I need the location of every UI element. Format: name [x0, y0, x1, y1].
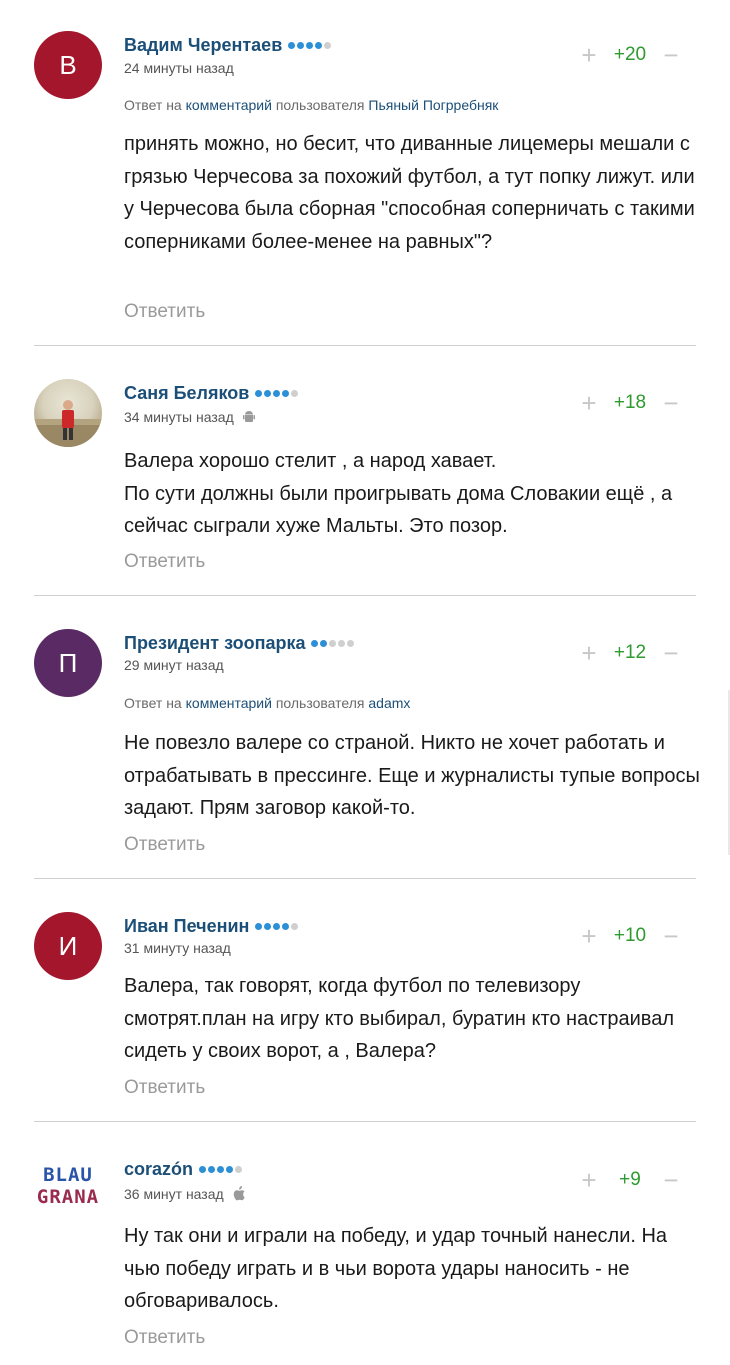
comment-text: Не повезло валере со страной. Никто не х…	[124, 732, 700, 819]
rating-dot	[297, 42, 305, 49]
rating-dots	[199, 1166, 243, 1173]
rating-dot	[208, 1166, 216, 1173]
downvote-button[interactable]: −	[660, 923, 682, 949]
rating-dot	[311, 640, 319, 647]
timestamp[interactable]: 34 минуты назад	[124, 409, 234, 425]
vote-score: +12	[613, 642, 647, 663]
timestamp[interactable]: 29 минут назад	[124, 657, 224, 673]
reply-reference: Ответ на комментарий пользователя Пьяный…	[124, 97, 499, 113]
rating-dot	[282, 923, 290, 930]
rating-dot	[264, 923, 272, 930]
author-name[interactable]: Иван Печенин	[124, 916, 249, 937]
avatar[interactable]: BLAU GRANA	[34, 1152, 102, 1220]
timestamp[interactable]: 31 минуту назад	[124, 940, 231, 956]
logo-line-1: BLAU	[43, 1163, 93, 1186]
rating-dot	[315, 42, 323, 49]
upvote-button[interactable]: +	[578, 640, 600, 666]
downvote-button[interactable]: −	[660, 640, 682, 666]
rating-dot	[273, 923, 281, 930]
rating-dots	[255, 923, 299, 930]
rating-dot	[306, 42, 314, 49]
logo-line-2: GRANA	[36, 1185, 100, 1208]
rating-dot	[282, 390, 290, 397]
reply-reference: Ответ на комментарий пользователя adamx	[124, 695, 411, 711]
rating-dot	[217, 1166, 225, 1173]
reply-button[interactable]: Ответить	[124, 834, 205, 856]
rating-dot	[199, 1166, 207, 1173]
reply-comment-link[interactable]: комментарий	[186, 97, 272, 113]
author-name[interactable]: Вадим Черентаев	[124, 35, 282, 56]
divider	[34, 878, 696, 879]
avatar[interactable]: В	[34, 31, 102, 99]
rating-dot	[273, 390, 281, 397]
rating-dot	[338, 640, 346, 647]
rating-dots	[255, 390, 299, 397]
rating-dot	[255, 390, 263, 397]
upvote-button[interactable]: +	[578, 923, 600, 949]
author-name[interactable]: Президент зоопарка	[124, 633, 305, 654]
divider	[34, 345, 696, 346]
comment-text: Валера хорошо стелит , а народ хавает. П…	[124, 450, 673, 537]
vote-score: +10	[613, 925, 647, 946]
rating-dot	[324, 42, 332, 49]
upvote-button[interactable]: +	[578, 42, 600, 68]
vote-score: +20	[613, 44, 647, 65]
reply-user-link[interactable]: Пьяный Погрребняк	[368, 97, 498, 113]
comment-text: Валера, так говорят, когда футбол по тел…	[124, 975, 674, 1062]
downvote-button[interactable]: −	[660, 42, 682, 68]
rating-dot	[347, 640, 355, 647]
author-name[interactable]: Саня Беляков	[124, 383, 249, 404]
reply-button[interactable]: Ответить	[124, 1077, 205, 1099]
rating-dot	[291, 390, 299, 397]
android-icon	[242, 411, 255, 422]
downvote-button[interactable]: −	[660, 1167, 682, 1193]
timestamp[interactable]: 36 минут назад	[124, 1186, 224, 1202]
divider	[34, 1121, 696, 1122]
comment-text: принять можно, но бесит, что диванные ли…	[124, 133, 695, 253]
rating-dot	[288, 42, 296, 49]
upvote-button[interactable]: +	[578, 1167, 600, 1193]
divider	[34, 595, 696, 596]
vote-score: +18	[613, 392, 647, 413]
avatar[interactable]: И	[34, 912, 102, 980]
timestamp[interactable]: 24 минуты назад	[124, 60, 234, 76]
rating-dot	[320, 640, 328, 647]
comment-text: Ну так они и играли на победу, и удар то…	[124, 1225, 668, 1312]
apple-icon	[233, 1186, 245, 1201]
reply-button[interactable]: Ответить	[124, 551, 205, 573]
author-name[interactable]: corazón	[124, 1159, 193, 1180]
rating-dots	[288, 42, 332, 49]
rating-dot	[264, 390, 272, 397]
rating-dot	[329, 640, 337, 647]
rating-dot	[255, 923, 263, 930]
downvote-button[interactable]: −	[660, 390, 682, 416]
rating-dot	[226, 1166, 234, 1173]
reply-comment-link[interactable]: комментарий	[186, 695, 272, 711]
vote-score: +9	[619, 1169, 641, 1190]
reply-button[interactable]: Ответить	[124, 301, 205, 323]
avatar[interactable]	[34, 379, 102, 447]
rating-dots	[311, 640, 355, 647]
upvote-button[interactable]: +	[578, 390, 600, 416]
reply-button[interactable]: Ответить	[124, 1327, 205, 1349]
rating-dot	[291, 923, 299, 930]
reply-user-link[interactable]: adamx	[368, 695, 410, 711]
rating-dot	[235, 1166, 243, 1173]
avatar[interactable]: П	[34, 629, 102, 697]
